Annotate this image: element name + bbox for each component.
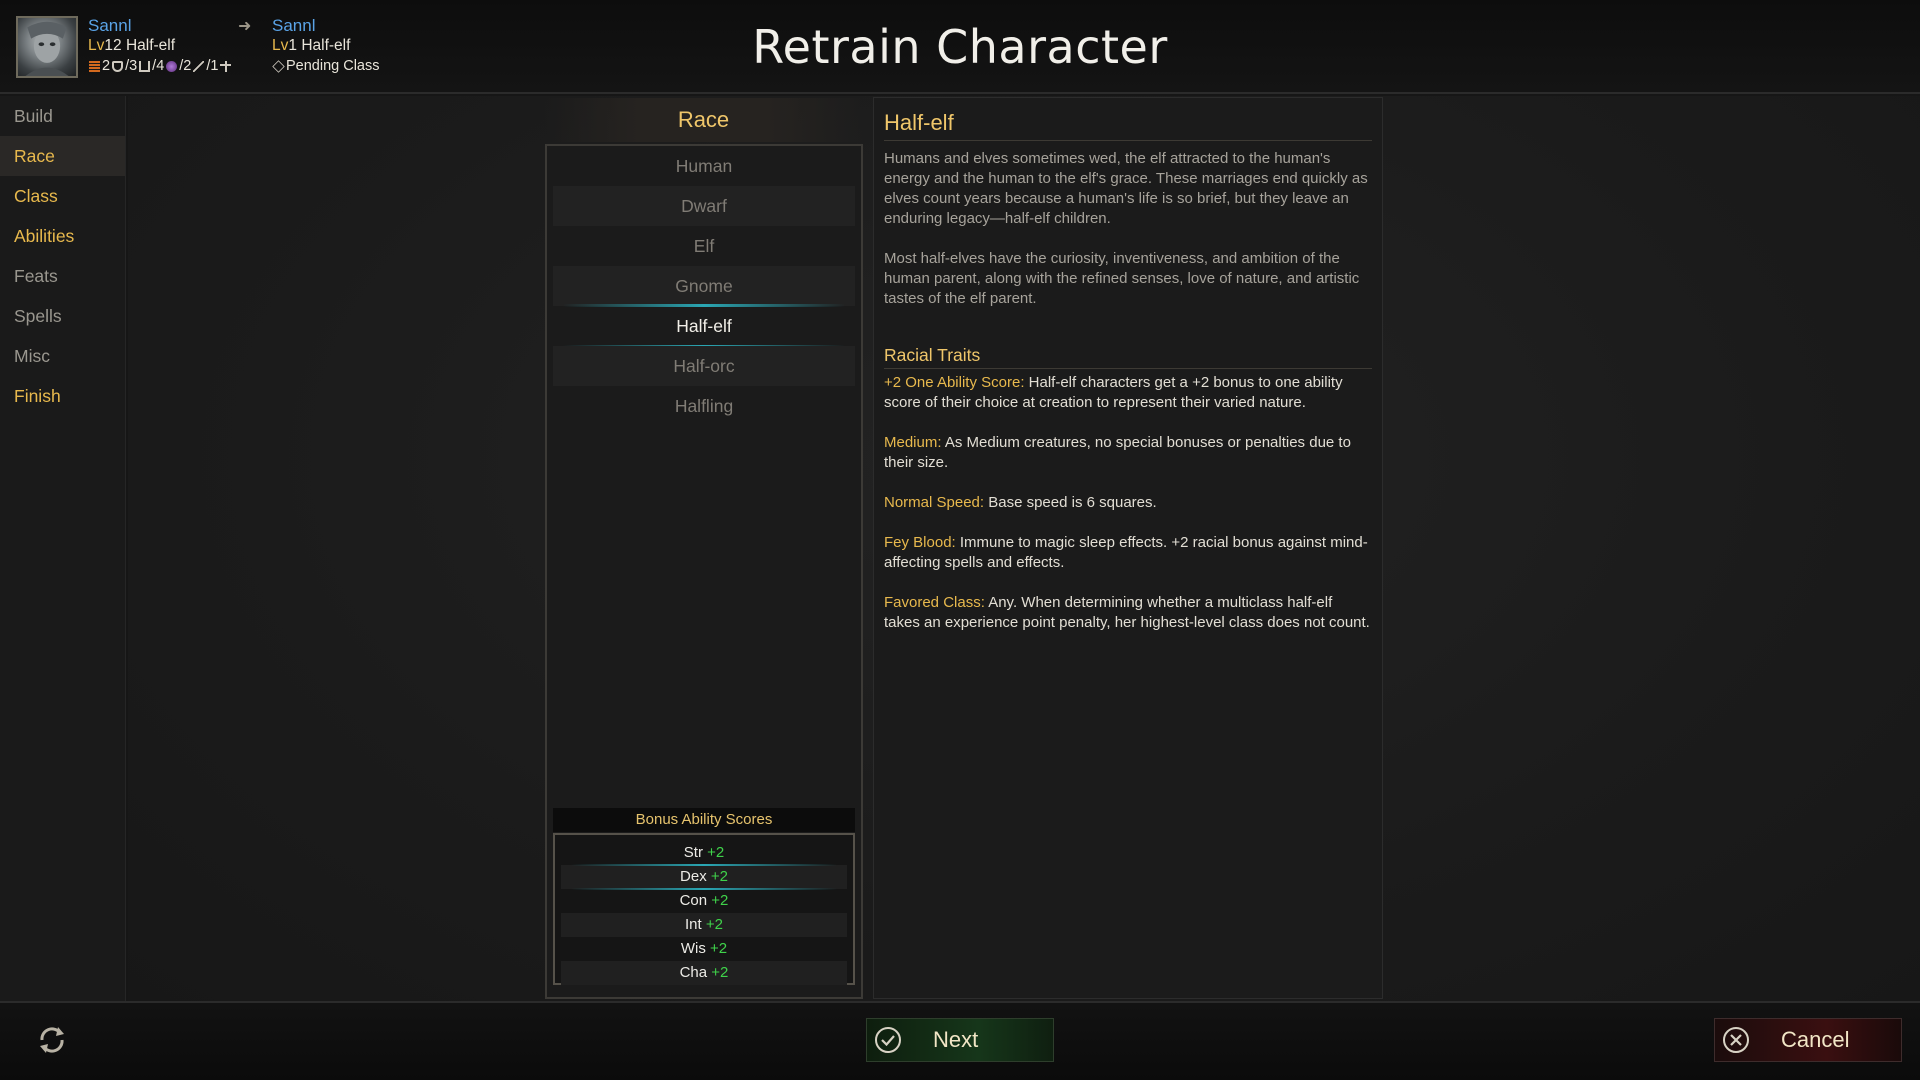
- sidebar-nav: Build Race Class Abilities Feats Spells …: [0, 96, 126, 1001]
- race-item-label: Half-elf: [676, 316, 732, 336]
- sidebar-item-build[interactable]: Build: [0, 96, 125, 136]
- bonus-value: +2: [711, 964, 729, 981]
- bonus-stat: Int: [685, 916, 702, 933]
- checkmark-circle-icon: [875, 1027, 901, 1053]
- sidebar-item-spells[interactable]: Spells: [0, 296, 125, 336]
- race-item-elf[interactable]: Elf: [553, 226, 855, 266]
- trait-text: Base speed is 6 squares.: [984, 494, 1157, 511]
- trait-text: Immune to magic sleep effects. +2 racial…: [884, 534, 1368, 571]
- refresh-icon[interactable]: [36, 1024, 68, 1056]
- sidebar-item-abilities[interactable]: Abilities: [0, 216, 125, 256]
- bonus-value: +2: [711, 892, 729, 909]
- bonus-row-dex[interactable]: Dex +2: [561, 864, 847, 890]
- race-item-half-elf[interactable]: Half-elf: [553, 304, 855, 348]
- bonus-stat: Str: [683, 844, 703, 861]
- bonus-row-int[interactable]: Int +2: [561, 913, 847, 937]
- race-item-gnome[interactable]: Gnome: [553, 266, 855, 306]
- race-panel-title: Race: [545, 98, 862, 142]
- racial-traits-title: Racial Traits: [884, 345, 1372, 369]
- trait-name: Normal Speed:: [884, 494, 985, 511]
- bonus-row-str[interactable]: Str +2: [561, 841, 847, 865]
- bonus-stat: Cha: [679, 964, 708, 981]
- bonus-ability-scores-list: Str +2 Dex +2 Con +2 Int +2 Wis +2 Cha +…: [553, 833, 855, 985]
- sidebar-item-finish[interactable]: Finish: [0, 376, 125, 416]
- trait-name: +2 One Ability Score:: [884, 374, 1025, 391]
- trait-ability-score: +2 One Ability Score: Half-elf character…: [884, 373, 1372, 413]
- trait-normal-speed: Normal Speed: Base speed is 6 squares.: [884, 493, 1372, 513]
- bonus-row-wis[interactable]: Wis +2: [561, 937, 847, 961]
- sidebar-item-class[interactable]: Class: [0, 176, 125, 216]
- description-paragraph-2: Most half-elves have the curiosity, inve…: [884, 250, 1360, 307]
- race-description-panel: Half-elf Humans and elves sometimes wed,…: [873, 97, 1383, 999]
- bonus-value: +2: [705, 916, 723, 933]
- race-item-human[interactable]: Human: [553, 146, 855, 186]
- cancel-button[interactable]: Cancel: [1714, 1018, 1902, 1062]
- trait-text: As Medium creatures, no special bonuses …: [884, 434, 1351, 471]
- bonus-row-con[interactable]: Con +2: [561, 889, 847, 913]
- bonus-stat: Con: [679, 892, 708, 909]
- sidebar-item-misc[interactable]: Misc: [0, 336, 125, 376]
- trait-name: Favored Class:: [884, 594, 985, 611]
- bonus-stat: Dex: [680, 868, 707, 885]
- bonus-stat: Wis: [680, 940, 706, 957]
- race-item-halfling[interactable]: Halfling: [553, 386, 855, 426]
- selection-glow-top: [571, 864, 837, 866]
- cancel-button-label: Cancel: [1781, 1027, 1850, 1052]
- sidebar-item-race[interactable]: Race: [0, 136, 125, 176]
- trait-medium: Medium: As Medium creatures, no special …: [884, 433, 1372, 473]
- trait-favored-class: Favored Class: Any. When determining whe…: [884, 593, 1372, 633]
- bonus-value: +2: [710, 868, 728, 885]
- trait-name: Fey Blood:: [884, 534, 956, 551]
- bonus-ability-scores-title: Bonus Ability Scores: [553, 808, 855, 832]
- description-paragraph-1: Humans and elves sometimes wed, the elf …: [884, 150, 1368, 227]
- selection-glow-top: [563, 304, 845, 307]
- next-button-label: Next: [933, 1027, 979, 1052]
- next-button[interactable]: Next: [866, 1018, 1054, 1062]
- bonus-value: +2: [710, 940, 728, 957]
- description-title: Half-elf: [884, 110, 1372, 141]
- race-item-half-orc[interactable]: Half-orc: [553, 346, 855, 386]
- sidebar-item-feats[interactable]: Feats: [0, 256, 125, 296]
- bonus-value: +2: [707, 844, 725, 861]
- close-circle-icon: [1723, 1027, 1749, 1053]
- bonus-row-cha[interactable]: Cha +2: [561, 961, 847, 985]
- trait-name: Medium:: [884, 434, 942, 451]
- race-item-dwarf[interactable]: Dwarf: [553, 186, 855, 226]
- page-title: Retrain Character: [752, 20, 1168, 74]
- trait-fey-blood: Fey Blood: Immune to magic sleep effects…: [884, 533, 1372, 573]
- header-bar: Sannl Lv12 Half-elf 2 /3 /4 /2 /1 ➜ Sann…: [0, 0, 1920, 94]
